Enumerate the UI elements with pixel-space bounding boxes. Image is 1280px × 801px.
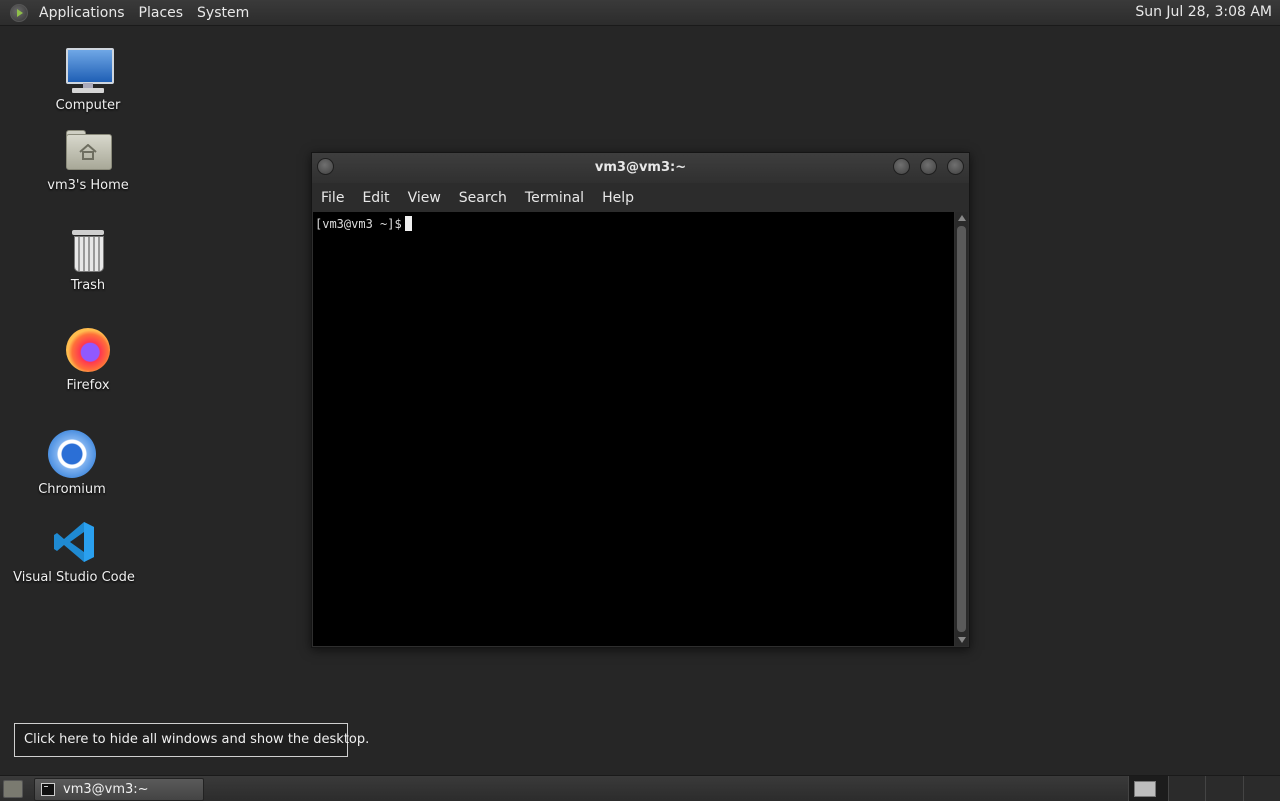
desktop-icon-label: Computer [55, 98, 121, 113]
menu-edit[interactable]: Edit [353, 190, 398, 206]
menu-help[interactable]: Help [593, 190, 643, 206]
menu-view[interactable]: View [399, 190, 450, 206]
firefox-icon [64, 326, 112, 374]
menu-system[interactable]: System [190, 5, 256, 21]
window-titlebar[interactable]: vm3@vm3:~ [312, 153, 969, 184]
terminal-icon [41, 783, 55, 796]
clock[interactable]: Sun Jul 28, 3:08 AM [1135, 4, 1272, 20]
show-desktop-icon[interactable] [3, 780, 23, 798]
desktop-icon-trash[interactable]: Trash [23, 226, 153, 293]
terminal-scrollbar[interactable] [955, 212, 968, 646]
taskbar-item-label: vm3@vm3:~ [63, 782, 149, 797]
applications-logo-icon[interactable] [10, 3, 28, 22]
home-folder-icon [64, 126, 112, 174]
desktop-icon-firefox[interactable]: Firefox [23, 326, 153, 393]
show-desktop-tooltip: Click here to hide all windows and show … [14, 723, 369, 757]
minimize-button[interactable] [893, 158, 910, 175]
chromium-icon [48, 430, 96, 478]
workspace-divider [1243, 776, 1244, 801]
computer-icon [64, 46, 114, 94]
terminal-prompt: [vm3@vm3 ~]$ [315, 216, 412, 231]
desktop-icon-label: Visual Studio Code [13, 570, 135, 585]
top-panel: Applications Places System Sun Jul 28, 3… [0, 0, 1280, 26]
desktop-icon-vscode[interactable]: Visual Studio Code [9, 518, 139, 585]
desktop-icon-label: Firefox [66, 378, 110, 393]
trash-icon [64, 226, 112, 274]
terminal-menubar: File Edit View Search Terminal Help [312, 183, 969, 212]
desktop-icon-computer[interactable]: Computer [23, 46, 153, 113]
scroll-down-arrow-icon[interactable] [958, 637, 966, 643]
desktop-icon-label: Chromium [38, 482, 106, 497]
window-title: vm3@vm3:~ [594, 160, 687, 175]
terminal-output[interactable]: [vm3@vm3 ~]$ [313, 212, 954, 646]
terminal-window[interactable]: vm3@vm3:~ File Edit View Search Terminal… [311, 152, 970, 648]
desktop-icon-chromium[interactable]: Chromium [7, 430, 137, 497]
menu-search[interactable]: Search [450, 190, 516, 206]
menu-file[interactable]: File [312, 190, 353, 206]
bottom-panel: vm3@vm3:~ [0, 775, 1280, 801]
vscode-icon [50, 518, 98, 566]
desktop-icon-label: Trash [70, 278, 106, 293]
maximize-button[interactable] [920, 158, 937, 175]
workspace-divider [1205, 776, 1206, 801]
menu-applications[interactable]: Applications [32, 5, 132, 21]
prompt-text: [vm3@vm3 ~]$ [315, 217, 402, 231]
workspace-window-thumbnail [1134, 781, 1156, 797]
desktop-icon-home[interactable]: vm3's Home [23, 126, 153, 193]
workspace-switcher[interactable] [1168, 776, 1280, 801]
close-button[interactable] [947, 158, 964, 175]
scroll-up-arrow-icon[interactable] [958, 215, 966, 221]
menu-terminal[interactable]: Terminal [516, 190, 593, 206]
desktop-icon-label: vm3's Home [47, 178, 129, 193]
scrollbar-thumb[interactable] [957, 226, 966, 632]
workspace-1[interactable] [1128, 776, 1169, 801]
taskbar-item-terminal[interactable]: vm3@vm3:~ [34, 778, 204, 801]
menu-places[interactable]: Places [132, 5, 191, 21]
text-cursor [404, 216, 412, 231]
